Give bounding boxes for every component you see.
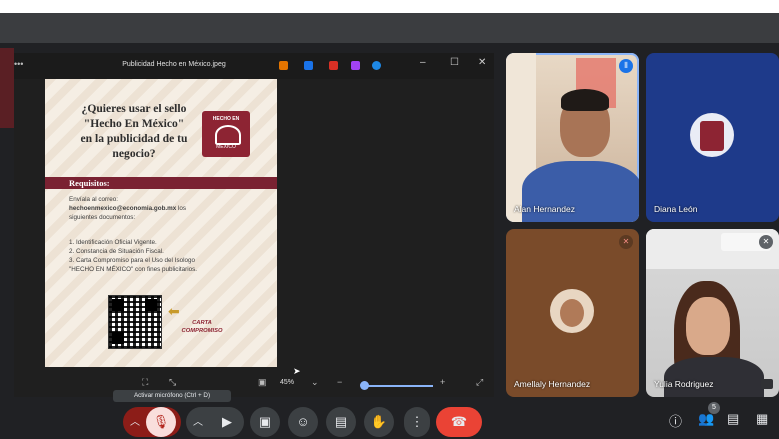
browser-title-bar xyxy=(0,13,779,43)
app-icon[interactable] xyxy=(351,61,360,70)
flyer-image: ¿Quieres usar el sello "Hecho En México"… xyxy=(45,79,277,367)
email-line: hechoenmexico@economia.gob.mx los xyxy=(69,205,186,213)
participant-name: Alan Hernandez xyxy=(514,204,575,214)
headline-line: en la publicidad de tu xyxy=(80,132,188,145)
camera-button[interactable]: ▶ xyxy=(212,407,242,437)
seal-mark-icon xyxy=(215,125,241,145)
zoom-slider-knob[interactable] xyxy=(360,381,369,390)
doc-item: 1. Identificación Oficial Vigente. xyxy=(69,239,157,246)
viewer-toolbar: ⛶ ⤡ ▣ 45% ⌄ − + ⤢ xyxy=(14,371,494,397)
more-options-button[interactable]: ⋮ xyxy=(404,407,430,437)
email-address: hechoenmexico@economia.gob.mx xyxy=(69,205,177,212)
docs-intro: siguientes documentos: xyxy=(69,214,136,221)
captions-icon: ▤ xyxy=(334,414,348,429)
maximize-icon[interactable]: ☐ xyxy=(450,57,459,68)
headline-line: "Hecho En México" xyxy=(83,117,185,130)
fit-icon[interactable]: ▣ xyxy=(258,377,267,388)
share-icon[interactable] xyxy=(304,61,313,70)
headline-line: negocio? xyxy=(112,147,156,160)
participant-name: Yulia Rodriguez xyxy=(654,379,714,389)
arrow-icon: ⬅ xyxy=(168,303,180,319)
doc-item: 2. Constancia de Situación Fiscal. xyxy=(69,248,164,255)
crop-icon[interactable]: ⤡ xyxy=(169,377,176,388)
browser-top-strip xyxy=(0,0,779,13)
chevron-up-icon[interactable]: ︿ xyxy=(130,413,140,428)
hair xyxy=(561,89,609,111)
minimize-icon[interactable]: – xyxy=(420,57,426,68)
avatar xyxy=(686,297,730,355)
seal-bottom-text: MÉXICO xyxy=(216,144,236,150)
info-icon[interactable]: ⓘ xyxy=(669,411,682,430)
phone-hangup-icon: ☎ xyxy=(450,414,468,429)
hand-icon: ✋ xyxy=(370,414,388,429)
close-icon[interactable]: ✕ xyxy=(478,57,486,68)
avatar-image xyxy=(700,121,724,151)
avatar xyxy=(690,113,734,157)
mic-off-icon: ✕ xyxy=(619,235,633,249)
present-button[interactable]: ▣ xyxy=(250,407,280,437)
zoom-out-icon[interactable]: − xyxy=(337,377,342,387)
requirements-label: Requisitos: xyxy=(69,178,110,188)
mic-tooltip: Activar micrófono (Ctrl + D) xyxy=(113,390,231,402)
carta-line: COMPROMISO xyxy=(181,328,223,334)
speaking-indicator-icon: ⦀ xyxy=(619,59,633,73)
mouse-cursor-icon: ➤ xyxy=(293,366,301,376)
participant-tile-yulia[interactable]: ✕ Yulia Rodriguez xyxy=(646,229,779,397)
side-tab xyxy=(0,48,14,128)
chevron-up-icon[interactable]: ︿ xyxy=(193,413,203,428)
participant-name: Diana León xyxy=(654,204,698,214)
mic-off-icon: 🎙 xyxy=(152,414,170,429)
captions-button[interactable]: ▤ xyxy=(326,407,356,437)
rotate-icon[interactable]: ⛶ xyxy=(142,377,148,388)
doc-item: 3. Carta Compromiso para el Uso del Isol… xyxy=(69,257,195,264)
avatar xyxy=(550,289,594,333)
mic-off-icon: ✕ xyxy=(759,235,773,249)
present-icon: ▣ xyxy=(258,414,272,429)
flyer-headline: ¿Quieres usar el sello "Hecho En México"… xyxy=(59,101,209,161)
carta-compromiso-label: CARTA COMPROMISO xyxy=(173,319,231,335)
mic-toggle-button[interactable]: 🎙 xyxy=(146,407,176,437)
participant-tile-amellaly[interactable]: ✕ Amellaly Hernandez xyxy=(506,229,639,397)
pin-icon[interactable] xyxy=(761,379,773,389)
carta-line: CARTA xyxy=(192,320,212,326)
more-vert-icon: ⋮ xyxy=(410,414,424,429)
people-icon[interactable]: 👥 xyxy=(698,411,714,427)
draw-icon[interactable] xyxy=(329,61,338,70)
participant-tile-alan[interactable]: ⦀ Alan Hernandez xyxy=(506,53,639,222)
activities-icon[interactable]: ▦ xyxy=(756,411,768,427)
zoom-level[interactable]: 45% xyxy=(280,379,294,386)
shared-window-titlebar: ••• Publicidad Hecho en México.jpeg – ☐ … xyxy=(14,53,494,79)
participant-name: Amellaly Hernandez xyxy=(514,379,591,389)
doc-item: "HECHO EN MÉXICO" con fines publicitario… xyxy=(69,266,197,273)
raise-hand-button[interactable]: ✋ xyxy=(364,407,394,437)
seal-top-text: HECHO EN xyxy=(212,116,240,122)
file-name: Publicidad Hecho en México.jpeg xyxy=(122,61,226,68)
zoom-slider[interactable] xyxy=(361,385,433,387)
zoom-in-icon[interactable]: + xyxy=(440,377,445,387)
email-suffix: los xyxy=(178,205,187,212)
leave-call-button[interactable]: ☎ xyxy=(436,407,482,437)
chevron-down-icon[interactable]: ⌄ xyxy=(311,377,319,388)
shirt xyxy=(664,357,764,397)
fullscreen-icon[interactable]: ⤢ xyxy=(476,377,483,388)
requirements-banner: Requisitos: xyxy=(45,177,277,189)
participant-tile-diana[interactable]: Diana León xyxy=(646,53,779,222)
avatar-image xyxy=(560,299,584,327)
headline-line: ¿Quieres usar el sello xyxy=(81,102,187,115)
more-icon[interactable]: ••• xyxy=(14,59,23,69)
chat-icon[interactable]: ▤ xyxy=(727,411,739,427)
hecho-en-mexico-seal: HECHO EN MÉXICO xyxy=(202,111,250,157)
send-to-text: Envíala al correo: xyxy=(69,196,119,203)
edit-icon[interactable] xyxy=(279,61,288,70)
emoji-button[interactable]: ☺ xyxy=(288,407,318,437)
camera-icon: ▶ xyxy=(222,414,232,429)
onedrive-icon[interactable] xyxy=(372,61,381,70)
emoji-icon: ☺ xyxy=(296,414,310,429)
qr-code xyxy=(108,295,162,349)
